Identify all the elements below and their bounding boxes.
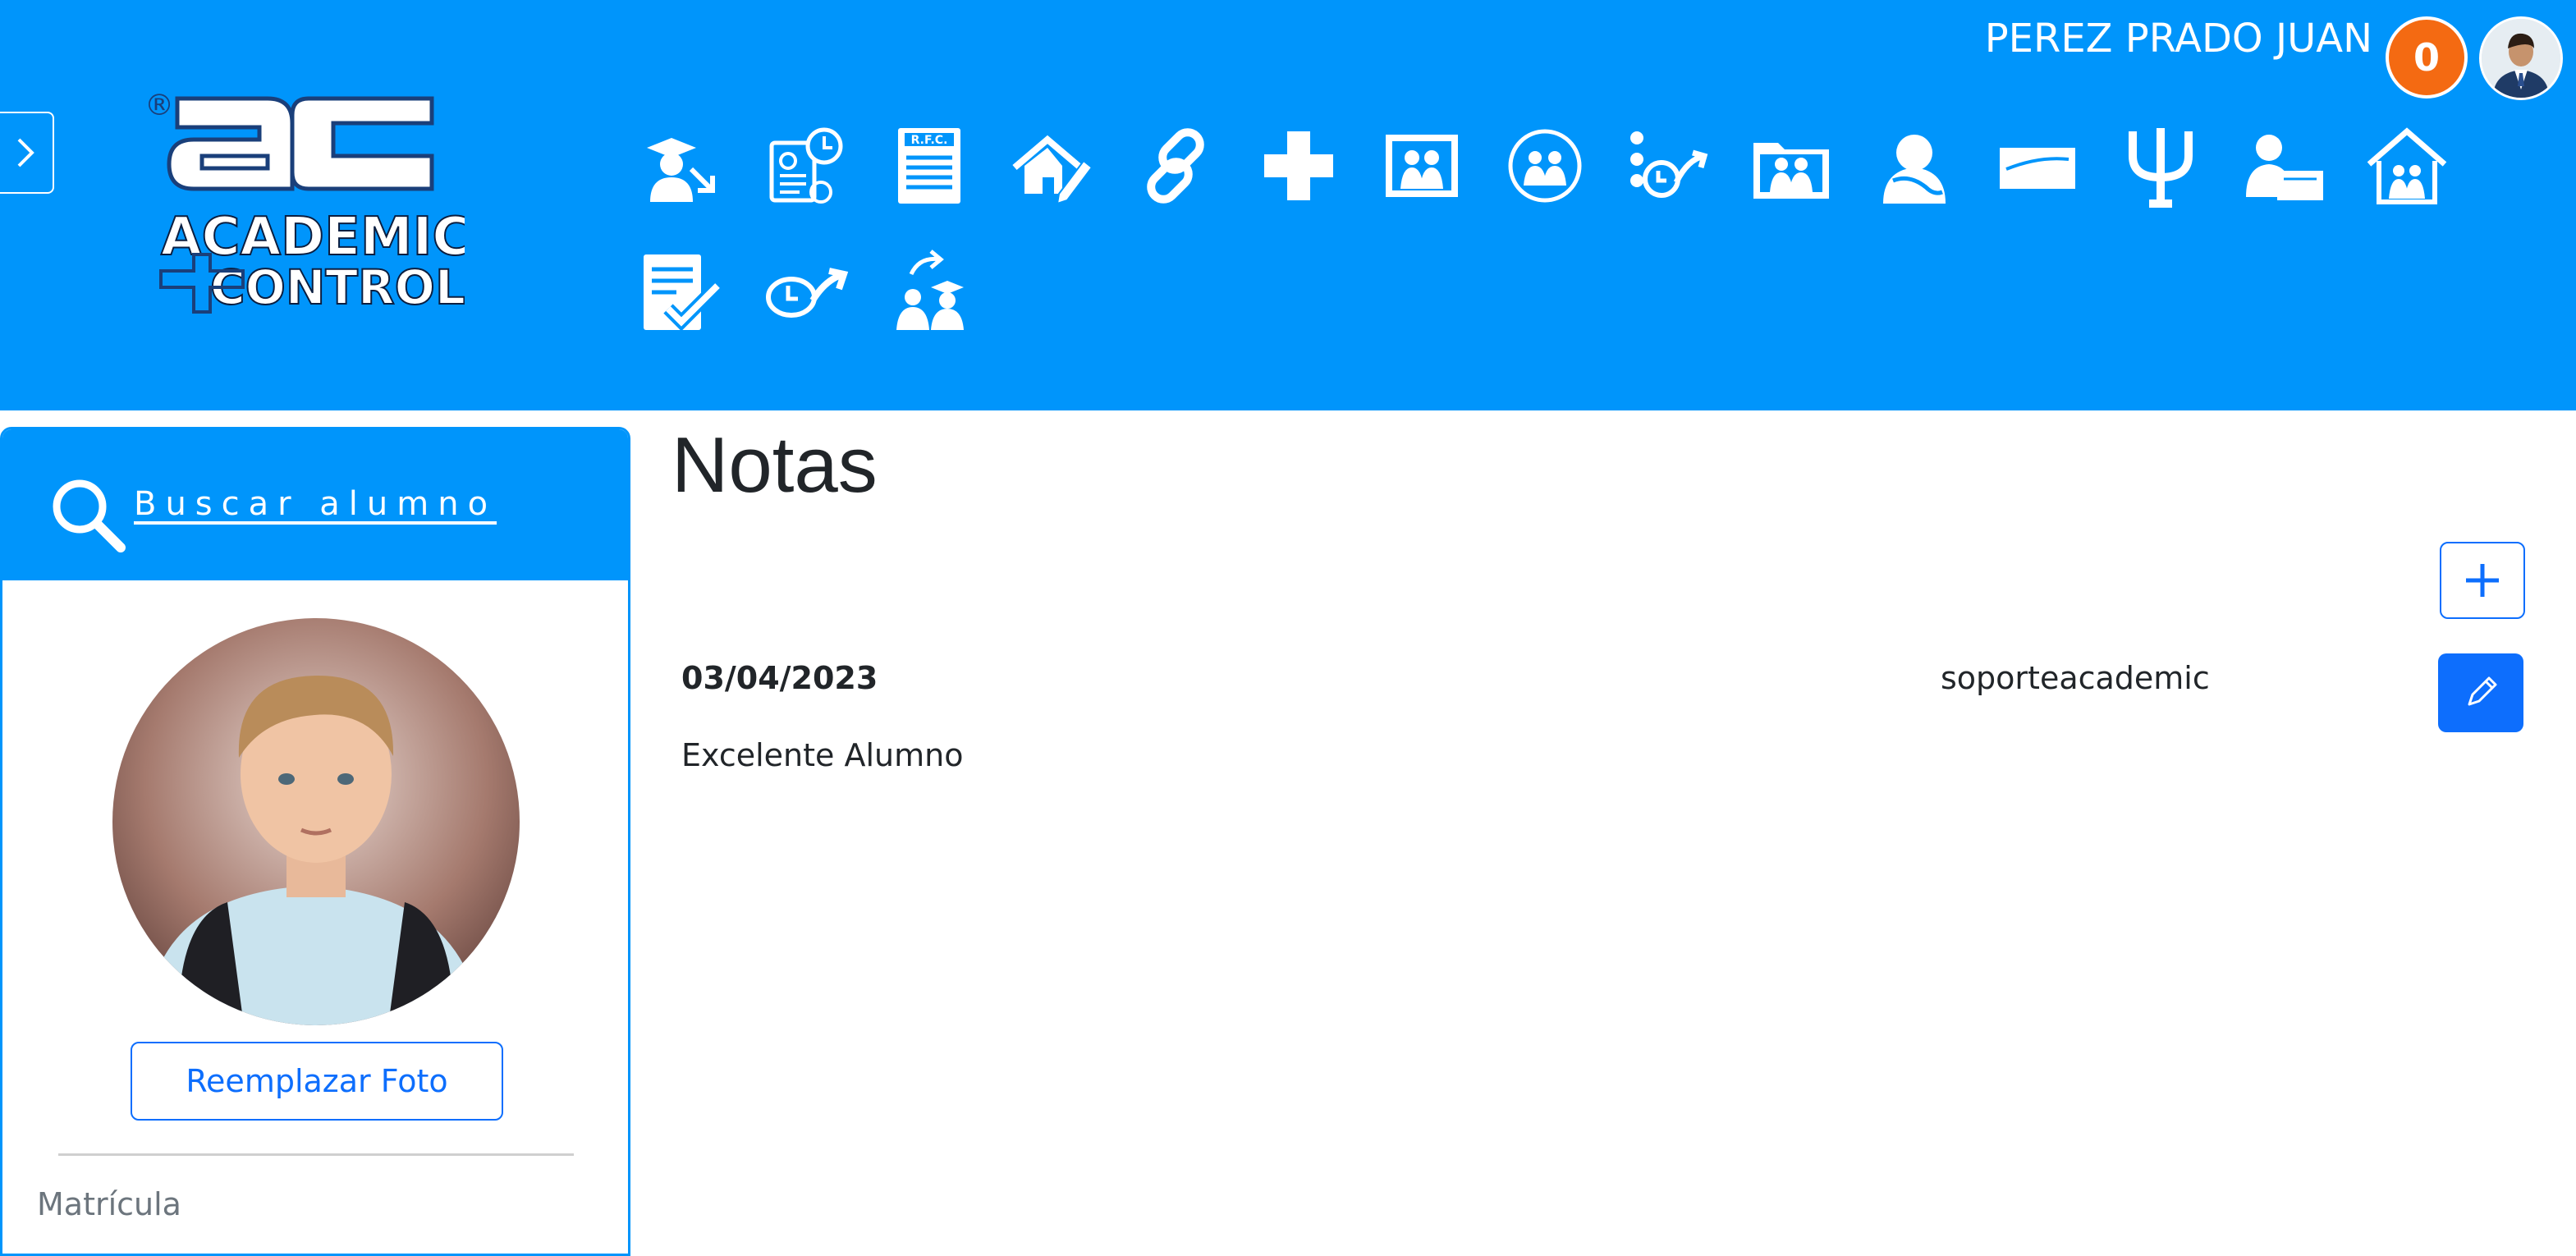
folder-family-icon[interactable] — [1749, 123, 1834, 209]
sidebar-toggle-button[interactable] — [0, 112, 54, 194]
tutor-icon[interactable] — [1872, 123, 1957, 209]
link-icon[interactable] — [1133, 123, 1218, 209]
academic-control-logo: ® ACADEMIC CONTROL — [144, 89, 465, 316]
search-icon[interactable] — [47, 474, 129, 556]
medical-cross-icon[interactable] — [1256, 123, 1341, 209]
clock-arrow-icon[interactable] — [763, 250, 849, 335]
user-name: PEREZ PRADO JUAN — [1984, 16, 2372, 62]
psychology-icon[interactable] — [2118, 123, 2203, 209]
student-search-bar: Buscar alumno — [2, 429, 628, 580]
module-toolbar: R.F.C. — [640, 123, 2496, 335]
sidebar-divider — [58, 1153, 574, 1156]
user-avatar[interactable] — [2479, 16, 2563, 100]
teacher-desk-icon[interactable] — [2241, 123, 2326, 209]
svg-text:CONTROL: CONTROL — [210, 259, 465, 315]
home-family-icon[interactable] — [2364, 123, 2450, 209]
graduate-exit-icon[interactable] — [640, 123, 726, 209]
note-author: soporteacademic — [1941, 660, 2210, 696]
checklist-icon[interactable] — [640, 250, 726, 335]
page-title: Notas — [672, 421, 878, 509]
note-date: 03/04/2023 — [681, 660, 878, 696]
notification-badge[interactable]: 0 — [2386, 16, 2468, 99]
matricula-label: Matrícula — [37, 1186, 181, 1222]
svg-text:R.F.C.: R.F.C. — [911, 134, 948, 147]
rfc-document-icon[interactable]: R.F.C. — [887, 123, 972, 209]
group-circle-icon[interactable] — [1502, 123, 1588, 209]
user-avatar-image — [2482, 19, 2560, 98]
students-return-icon[interactable] — [887, 250, 972, 335]
plus-icon — [2466, 564, 2499, 597]
pencil-icon — [2468, 676, 2497, 706]
family-photo-icon[interactable] — [1379, 123, 1464, 209]
document-clock-icon[interactable] — [763, 123, 849, 209]
svg-text:ACADEMIC: ACADEMIC — [161, 207, 465, 268]
card-icon[interactable] — [1995, 123, 2080, 209]
add-note-button[interactable] — [2440, 542, 2525, 619]
note-text: Excelente Alumno — [681, 737, 964, 773]
edit-note-button[interactable] — [2438, 653, 2523, 732]
student-sidebar: Buscar alumno Reemplazar Foto Matrícula — [0, 427, 630, 1256]
svg-text:®: ® — [144, 89, 174, 122]
search-student-link[interactable]: Buscar alumno — [134, 485, 497, 523]
behavior-clock-icon[interactable] — [1625, 123, 1711, 209]
house-edit-icon[interactable] — [1010, 123, 1095, 209]
student-photo — [112, 618, 520, 1025]
replace-photo-button[interactable]: Reemplazar Foto — [131, 1042, 503, 1121]
header-bar: ® ACADEMIC CONTROL PEREZ PRADO JUAN 0 R.… — [0, 0, 2576, 410]
chevron-right-icon — [17, 138, 34, 167]
